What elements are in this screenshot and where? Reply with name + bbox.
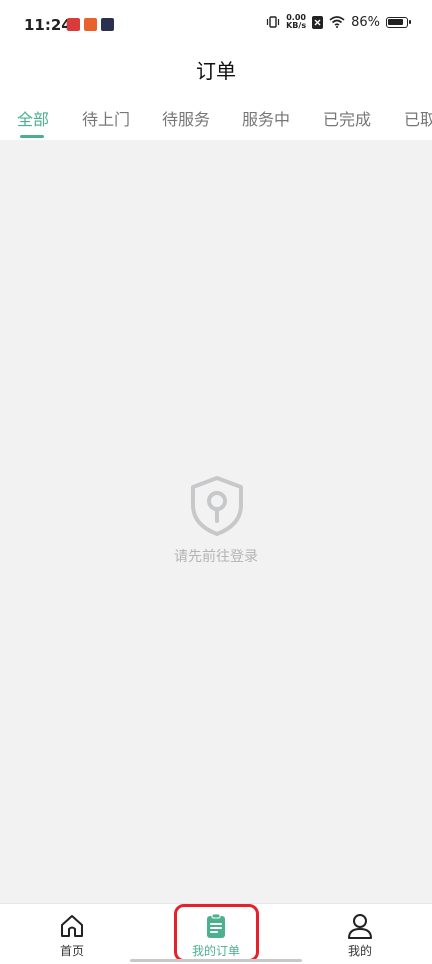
tab-completed[interactable]: 已完成	[323, 106, 371, 130]
net-speed: 0.00 KB/s	[286, 14, 306, 30]
tab-pending-service[interactable]: 待服务	[162, 106, 210, 130]
sim-x-icon	[312, 15, 324, 29]
net-speed-unit: KB/s	[286, 21, 307, 30]
nav-me[interactable]: 我的	[310, 912, 410, 959]
nav-home-label: 首页	[59, 944, 84, 958]
tab-pending-visit[interactable]: 待上门	[82, 106, 130, 130]
nav-my-orders[interactable]: 我的订单	[166, 912, 266, 959]
orders-content: 请先前往登录	[0, 140, 432, 903]
app-icon-play	[101, 18, 114, 31]
status-time: 11:24	[24, 16, 72, 34]
app-icon-orange	[84, 18, 97, 31]
user-icon	[348, 914, 372, 939]
clipboard-icon	[207, 913, 225, 938]
home-indicator[interactable]	[130, 959, 302, 962]
page-title: 订单	[196, 59, 236, 83]
battery-fill	[388, 18, 403, 25]
tab-all[interactable]: 全部	[17, 106, 49, 130]
status-bar: 11:24 0.00 KB/s 86%	[0, 0, 432, 50]
shield-lock-icon	[191, 476, 243, 536]
vibrate-icon	[267, 16, 280, 28]
nav-home[interactable]: 首页	[22, 912, 122, 959]
home-icon	[61, 915, 83, 937]
order-tabs: 全部 待上门 待服务 服务中 已完成 已取	[0, 98, 432, 140]
nav-my-orders-label: 我的订单	[191, 944, 240, 958]
battery-icon	[386, 16, 411, 28]
nav-me-label: 我的	[347, 944, 372, 958]
active-tab-indicator	[20, 135, 44, 138]
tab-in-service[interactable]: 服务中	[242, 106, 290, 130]
app-icon-red	[67, 18, 80, 31]
login-prompt-text: 请先前往登录	[174, 549, 258, 565]
wifi-icon	[329, 16, 345, 28]
status-right: 0.00 KB/s 86%	[266, 14, 411, 30]
status-app-icons	[67, 18, 114, 31]
bottom-nav: 首页 我的订单 我的	[0, 903, 432, 964]
tab-cancelled[interactable]: 已取	[404, 106, 432, 130]
battery-percent: 86%	[351, 14, 380, 30]
